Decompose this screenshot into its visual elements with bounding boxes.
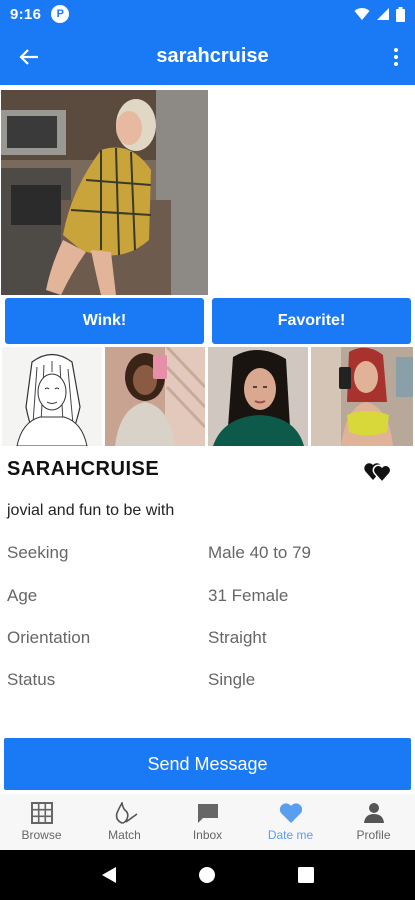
- nav-item-browse[interactable]: Browse: [0, 794, 83, 850]
- wink-button[interactable]: Wink!: [5, 298, 204, 344]
- detail-row-orientation: Orientation Straight: [7, 628, 407, 648]
- back-arrow-icon: [19, 48, 38, 65]
- hearts-icon[interactable]: [364, 459, 392, 484]
- detail-value: Straight: [208, 628, 267, 647]
- wifi-icon: [354, 8, 370, 20]
- status-time: 9:16: [10, 5, 42, 23]
- more-vert-icon: [394, 47, 398, 66]
- detail-label: Age: [7, 586, 38, 605]
- detail-row-age: Age 31 Female: [7, 586, 407, 606]
- profile-username: SARAHCRUISE: [7, 458, 160, 480]
- person-icon: [363, 803, 384, 823]
- bottom-navigation: Browse Match Inbox Date me Profile: [0, 794, 415, 850]
- nav-label: Date me: [267, 828, 314, 842]
- status-bar: 9:16 P: [0, 0, 415, 28]
- main-profile-photo[interactable]: [1, 90, 208, 295]
- send-message-button[interactable]: Send Message: [4, 738, 411, 790]
- system-home-icon[interactable]: [198, 866, 216, 884]
- page-title: sarahcruise: [156, 45, 269, 67]
- nav-label: Profile: [356, 828, 391, 842]
- detail-value: Male 40 to 79: [208, 543, 312, 562]
- nav-item-match[interactable]: Match: [83, 794, 166, 850]
- chat-icon: [197, 804, 218, 823]
- thumbnail-1[interactable]: [2, 347, 102, 446]
- system-back-icon[interactable]: [101, 866, 117, 884]
- nav-label: Inbox: [192, 828, 223, 842]
- battery-icon: [396, 6, 405, 22]
- detail-row-status: Status Single: [7, 670, 407, 690]
- detail-label: Orientation: [7, 628, 91, 647]
- app-bar: sarahcruise: [0, 28, 415, 85]
- grid-icon: [30, 802, 53, 824]
- detail-label: Seeking: [7, 543, 69, 562]
- nav-item-inbox[interactable]: Inbox: [166, 794, 249, 850]
- nav-label: Match: [108, 828, 141, 842]
- detail-value: 31 Female: [208, 586, 289, 605]
- heart-icon: [279, 803, 302, 823]
- thumbnail-3[interactable]: [208, 347, 308, 446]
- photo-thumbnails: [2, 347, 413, 446]
- nav-label: Browse: [21, 828, 62, 842]
- overflow-menu-button[interactable]: [377, 28, 415, 85]
- sketch-portrait-image: [2, 347, 102, 446]
- thumbnail-4[interactable]: [311, 347, 413, 446]
- selfie-photo-image: [105, 347, 205, 446]
- thumbnail-2[interactable]: [105, 347, 205, 446]
- detail-value: Single: [208, 670, 256, 689]
- system-recents-icon[interactable]: [298, 867, 315, 883]
- profile-tagline: jovial and fun to be with: [7, 502, 175, 519]
- signal-icon: [377, 8, 389, 20]
- flame-icon: [115, 802, 137, 824]
- detail-row-seeking: Seeking Male 40 to 79: [7, 543, 407, 563]
- mirror-selfie-image: [311, 347, 413, 446]
- back-button[interactable]: [0, 28, 58, 85]
- app-notification-icon: P: [51, 5, 70, 23]
- favorite-button[interactable]: Favorite!: [212, 298, 411, 344]
- system-navigation-bar: [0, 850, 415, 900]
- detail-label: Status: [7, 670, 56, 689]
- portrait-photo-image: [208, 347, 308, 446]
- kitchen-photo-image: [1, 90, 208, 295]
- nav-item-date-me[interactable]: Date me: [249, 794, 332, 850]
- nav-item-profile[interactable]: Profile: [332, 794, 415, 850]
